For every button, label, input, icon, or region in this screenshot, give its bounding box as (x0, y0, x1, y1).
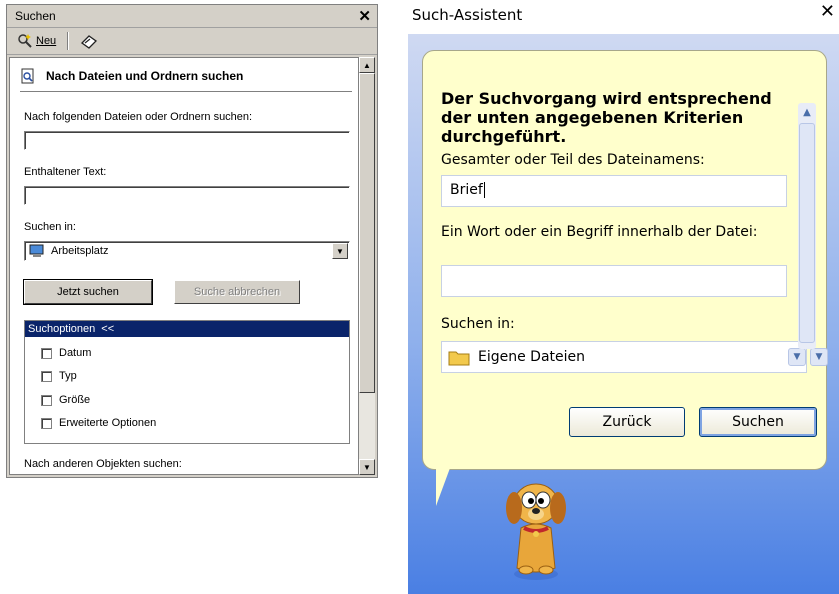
search-now-button[interactable]: Jetzt suchen (23, 279, 153, 305)
assistant-bubble: Der Suchvorgang wird entsprechend der un… (422, 50, 828, 470)
search-pane-title: Suchen (15, 9, 56, 23)
cancel-search-button[interactable]: Suche abbrechen (174, 280, 300, 304)
computer-icon (29, 244, 44, 257)
searchin-select[interactable]: Arbeitsplatz ▼ (24, 241, 350, 261)
history-icon (81, 35, 98, 49)
filename-label: Gesamter oder Teil des Dateinamens: (441, 152, 705, 168)
option-label: Typ (59, 370, 77, 382)
search-button[interactable]: Suchen (699, 407, 817, 437)
files-input[interactable] (24, 131, 350, 150)
checkbox[interactable] (41, 417, 52, 429)
chevron-down-icon[interactable]: ▼ (788, 348, 806, 366)
search-options-title: Suchoptionen (28, 323, 96, 335)
new-search-button[interactable]: Neu (13, 31, 60, 51)
scroll-up-icon[interactable]: ▲ (359, 57, 375, 73)
search-heading: Nach Dateien und Ordnern suchen (20, 68, 243, 84)
search-options-header[interactable]: Suchoptionen << (25, 321, 349, 337)
history-button[interactable] (76, 31, 102, 51)
option-type[interactable]: Typ (41, 370, 77, 382)
scroll-up-icon[interactable]: ▲ (798, 103, 816, 121)
searchin-label: Suchen in: (24, 221, 76, 233)
search-heading-text: Nach Dateien und Ordnern suchen (46, 69, 244, 83)
close-icon[interactable]: ✕ (358, 7, 371, 25)
searchin-value: Arbeitsplatz (51, 245, 109, 257)
new-search-label: Neu (36, 35, 57, 47)
scroll-down-icon[interactable]: ▼ (359, 459, 375, 475)
checkbox[interactable] (41, 394, 52, 406)
chevron-down-icon[interactable]: ▼ (332, 243, 348, 259)
filename-value: Brief (450, 182, 483, 198)
option-size[interactable]: Größe (41, 394, 90, 406)
filename-input[interactable]: Brief (441, 175, 787, 207)
back-label: Zurück (602, 414, 652, 430)
searchin-value: Eigene Dateien (478, 349, 586, 365)
scrollbar-thumb[interactable] (359, 73, 375, 393)
checkbox[interactable] (41, 370, 52, 382)
option-advanced[interactable]: Erweiterte Optionen (41, 417, 156, 429)
search-pane: Suchen ✕ Neu Nach Dateien und Ordnern su… (6, 4, 378, 478)
search-doc-icon (21, 68, 34, 84)
new-search-icon (18, 34, 32, 48)
searchin-label: Suchen in: (441, 316, 515, 332)
vertical-scrollbar[interactable]: ▲ ▼ (359, 57, 375, 475)
option-label: Erweiterte Optionen (59, 417, 157, 429)
files-label: Nach folgenden Dateien oder Ordnern such… (24, 111, 253, 123)
scrollbar-thumb[interactable] (799, 123, 815, 343)
toolbar-separator (67, 32, 70, 50)
search-label: Suchen (732, 414, 784, 430)
companion-title: Such-Assistent (412, 6, 523, 24)
option-date[interactable]: Datum (41, 347, 91, 359)
searchin-select[interactable]: Eigene Dateien ▼ ▼ (441, 341, 828, 373)
collapse-chevron-icon: << (101, 323, 115, 335)
text-input[interactable] (24, 186, 350, 205)
dog-mascot[interactable] (496, 470, 576, 584)
option-label: Datum (59, 347, 92, 359)
heading-divider (20, 91, 352, 92)
option-label: Größe (59, 394, 91, 406)
checkbox[interactable] (41, 347, 52, 359)
other-objects-label: Nach anderen Objekten suchen: (24, 458, 182, 470)
search-options-panel: Suchoptionen << Datum Typ Größe Erweiter… (24, 320, 350, 444)
folder-icon (448, 351, 470, 366)
bubble-tail (436, 468, 450, 506)
back-button[interactable]: Zurück (569, 407, 685, 437)
text-label: Enthaltener Text: (24, 166, 107, 178)
search-pane-titlebar: Suchen ✕ (7, 5, 377, 28)
companion-pane: Der Suchvorgang wird entsprechend der un… (408, 34, 839, 594)
word-input[interactable] (441, 265, 787, 297)
word-label: Ein Wort oder ein Begriff innerhalb der … (441, 224, 758, 240)
assistant-heading: Der Suchvorgang wird entsprechend der un… (441, 89, 772, 146)
search-form: Nach Dateien und Ordnern suchen Nach fol… (9, 57, 359, 475)
chevron-down-icon[interactable]: ▼ (810, 348, 828, 366)
bubble-scrollbar[interactable]: ▲ (798, 103, 816, 349)
search-companion: Such-Assistent ✕ Der Suchvorgang wird en… (408, 0, 839, 594)
close-icon[interactable]: ✕ (820, 1, 835, 22)
search-toolbar: Neu (7, 28, 377, 55)
